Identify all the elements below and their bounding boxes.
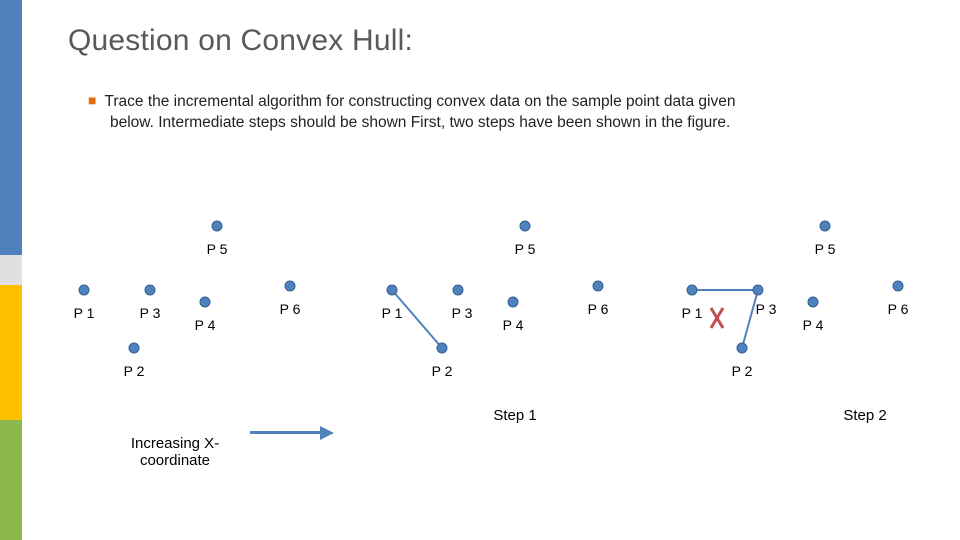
label-p1-s1: P 1	[382, 305, 403, 321]
label-p6: P 6	[280, 301, 301, 317]
label-p2-s1: P 2	[432, 363, 453, 379]
axis-label: Increasing X-coordinate	[110, 435, 240, 469]
point-p5: P 5	[207, 221, 228, 257]
point-p6: P 6	[280, 281, 301, 317]
question-text: ■ Trace the incremental algorithm for con…	[88, 92, 924, 134]
arrow-shaft	[250, 431, 322, 434]
point-p2-s2: P 2	[732, 343, 753, 379]
diagram-step1: P 1 P 2 P 3 P 4 P 5 P 6 Step 1	[350, 170, 640, 430]
point-p1-s1: P 1	[382, 285, 403, 321]
label-p1: P 1	[74, 305, 95, 321]
point-p4-s2: P 4	[803, 297, 824, 333]
sidebar-gray	[0, 255, 22, 285]
sidebar-yellow	[0, 285, 22, 420]
diagram-initial: P 1 P 2 P 3 P 4 P 5 P 6	[42, 170, 332, 390]
label-p3: P 3	[140, 305, 161, 321]
point-p5-s2: P 5	[815, 221, 836, 257]
sidebar-accent	[0, 0, 22, 540]
point-p6-s1: P 6	[588, 281, 609, 317]
page-title: Question on Convex Hull:	[68, 24, 413, 58]
point-p4: P 4	[195, 297, 216, 333]
point-p3: P 3	[140, 285, 161, 321]
label-p6-s1: P 6	[588, 301, 609, 317]
point-p2-s1: P 2	[432, 343, 453, 379]
label-p4-s2: P 4	[803, 317, 824, 333]
edge-p3-p2	[742, 290, 758, 348]
label-p5-s2: P 5	[815, 241, 836, 257]
step2-label: Step 2	[843, 407, 886, 424]
label-p1-s2: P 1	[682, 305, 703, 321]
label-p3-s1: P 3	[452, 305, 473, 321]
point-p6-s2: P 6	[888, 281, 909, 317]
question-line2: below. Intermediate steps should be show…	[110, 113, 924, 134]
sidebar-blue	[0, 0, 22, 255]
bullet-square-icon: ■	[88, 92, 96, 108]
label-p4: P 4	[195, 317, 216, 333]
arrow-head-icon	[320, 426, 334, 440]
point-p5-s1: P 5	[515, 221, 536, 257]
label-p5-s1: P 5	[515, 241, 536, 257]
diagram-step2: P 1 P 2 P 3 P 4 P 5 P 6 Step 2	[650, 170, 940, 430]
sidebar-green	[0, 420, 22, 540]
increasing-x-arrow-icon	[250, 426, 335, 440]
label-p6-s2: P 6	[888, 301, 909, 317]
point-p1: P 1	[74, 285, 95, 321]
label-p2-s2: P 2	[732, 363, 753, 379]
label-p5: P 5	[207, 241, 228, 257]
step1-label: Step 1	[493, 407, 536, 424]
question-line1: Trace the incremental algorithm for cons…	[104, 93, 735, 110]
removed-edge-cross	[711, 308, 723, 328]
label-p3-s2: P 3	[756, 301, 777, 317]
point-p2: P 2	[124, 343, 145, 379]
point-p3-s2: P 3	[753, 285, 777, 317]
point-p4-s1: P 4	[503, 297, 524, 333]
label-p4-s1: P 4	[503, 317, 524, 333]
point-p3-s1: P 3	[452, 285, 473, 321]
label-p2: P 2	[124, 363, 145, 379]
